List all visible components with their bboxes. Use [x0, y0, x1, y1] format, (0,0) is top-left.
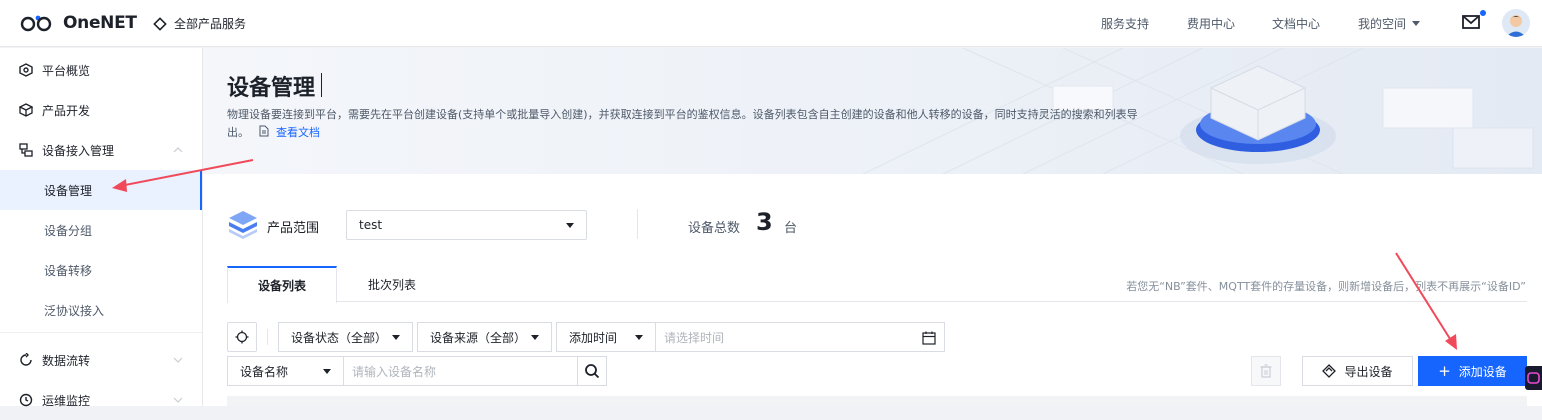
dataflow-icon [20, 353, 32, 366]
avatar-icon [1502, 9, 1530, 37]
tab-label: 批次列表 [367, 277, 416, 292]
device-access-icon [19, 143, 33, 157]
sidebar: 平台概览 产品开发 设备接入管理 设备管理 设备分组 设备转移 泛协议接入 数据… [0, 48, 203, 408]
my-space-menu[interactable]: 我的空间 [1358, 15, 1421, 32]
search-icon [585, 364, 600, 379]
helper-icon [1527, 372, 1540, 384]
sidebar-item-product-dev[interactable]: 产品开发 [0, 90, 202, 130]
user-avatar[interactable] [1502, 9, 1530, 37]
caret-down-icon [323, 369, 331, 374]
sidebar-subitem-device-transfer[interactable]: 设备转移 [0, 250, 202, 290]
product-scope-value: test [359, 218, 383, 232]
time-placeholder: 请选择时间 [664, 330, 725, 345]
chevron-down-icon [173, 397, 183, 403]
page-banner: 设备管理 物理设备要连接到平台，需要先在平台创建设备(支持单个或批量导入创建)，… [203, 48, 1542, 174]
sidebar-subitem-label: 设备管理 [44, 183, 93, 198]
page-description: 物理设备要连接到平台，需要先在平台创建设备(支持单个或批量导入创建)，并获取连接… [227, 106, 1157, 142]
device-source-label: 设备来源（全部） [430, 330, 527, 345]
sidebar-subitem-label: 泛协议接入 [44, 303, 105, 318]
sidebar-subitem-generic-protocol[interactable]: 泛协议接入 [0, 290, 202, 330]
settings-icon [235, 330, 249, 344]
search-button[interactable] [577, 356, 607, 386]
sidebar-item-label: 产品开发 [42, 103, 91, 118]
add-device-button[interactable]: + 添加设备 [1418, 356, 1527, 386]
floating-helper-widget[interactable] [1525, 366, 1542, 390]
logo-text: OneNET [63, 13, 137, 33]
caret-down-icon [531, 335, 539, 340]
add-device-label: 添加设备 [1458, 364, 1507, 379]
top-navbar: OneNET 全部产品服务 服务支持 费用中心 文档中心 我的空间 [0, 0, 1542, 47]
notification-dot [1480, 10, 1486, 16]
mail-icon[interactable] [1462, 15, 1480, 29]
tab-batch-list[interactable]: 批次列表 [337, 266, 447, 302]
caret-down-icon [635, 335, 643, 340]
export-devices-button[interactable]: 导出设备 [1302, 356, 1413, 386]
add-time-filter[interactable]: 添加时间 [556, 322, 656, 352]
sidebar-subitem-label: 设备分组 [44, 223, 93, 238]
delete-button[interactable] [1251, 356, 1281, 386]
sidebar-subitem-device-group[interactable]: 设备分组 [0, 210, 202, 250]
all-products-menu[interactable]: 全部产品服务 [153, 15, 246, 32]
sidebar-item-data-flow[interactable]: 数据流转 [0, 340, 202, 380]
document-icon [259, 125, 268, 137]
onenet-logo[interactable]: OneNET [20, 13, 137, 33]
filter-divider [267, 329, 268, 345]
trash-icon [1260, 364, 1272, 378]
caret-down-icon [566, 223, 574, 228]
device-total-label: 设备总数 [688, 221, 741, 236]
vertical-divider [637, 209, 638, 239]
my-space-label: 我的空间 [1358, 17, 1407, 31]
tab-device-list[interactable]: 设备列表 [227, 266, 337, 303]
sidebar-item-label: 数据流转 [42, 353, 91, 368]
cube-icon [19, 103, 33, 117]
calendar-icon[interactable] [922, 331, 936, 345]
time-range-input[interactable]: 请选择时间 [655, 322, 945, 352]
device-name-input[interactable]: 请输入设备名称 [343, 356, 579, 386]
device-total-value: 3 [756, 208, 773, 236]
device-name-placeholder: 请输入设备名称 [352, 364, 437, 379]
add-time-label: 添加时间 [569, 330, 618, 345]
refresh-button[interactable] [227, 322, 257, 352]
product-scope-select[interactable]: test [346, 210, 587, 240]
sidebar-item-ops-monitor[interactable]: 运维监控 [0, 380, 202, 420]
plus-icon: + [1438, 361, 1451, 380]
device-name-label: 设备名称 [240, 364, 289, 379]
diamond-icon [153, 16, 167, 31]
product-scope-icon [229, 211, 257, 239]
page-title: 设备管理 [227, 76, 316, 101]
main-content: 产品范围 test 设备总数 3 台 设备列表 批次列表 若您无“NB”套件、M… [203, 174, 1542, 406]
caret-down-icon [392, 335, 400, 340]
sidebar-subitem-label: 设备转移 [44, 263, 93, 278]
description-text: 物理设备要连接到平台，需要先在平台创建设备(支持单个或批量导入创建)，并获取连接… [227, 108, 1138, 139]
device-status-filter[interactable]: 设备状态（全部） [278, 322, 413, 352]
export-icon [1322, 364, 1337, 378]
docs-center-link[interactable]: 文档中心 [1272, 15, 1320, 32]
caret-down-icon [1412, 21, 1421, 26]
monitor-icon [19, 393, 33, 407]
product-scope-label: 产品范围 [267, 221, 320, 236]
device-id-tip: 若您无“NB”套件、MQTT套件的存量设备，则新增设备后，列表不再展示“设备ID… [1126, 280, 1526, 293]
sidebar-item-device-access[interactable]: 设备接入管理 [0, 130, 202, 170]
view-docs-link[interactable]: 查看文档 [276, 126, 320, 139]
logo-mark-icon [20, 15, 52, 32]
tab-label: 设备列表 [257, 279, 306, 293]
export-label: 导出设备 [1344, 364, 1393, 379]
service-support-link[interactable]: 服务支持 [1101, 15, 1149, 32]
billing-center-link[interactable]: 费用中心 [1187, 15, 1235, 32]
sidebar-item-label: 平台概览 [42, 63, 91, 78]
chevron-up-icon [173, 147, 183, 153]
chevron-down-icon [173, 357, 183, 363]
table-header [227, 396, 1527, 406]
device-total-unit: 台 [784, 221, 798, 236]
sidebar-divider [0, 332, 202, 333]
device-source-filter[interactable]: 设备来源（全部） [417, 322, 552, 352]
device-name-field-select[interactable]: 设备名称 [227, 356, 344, 386]
all-products-label: 全部产品服务 [174, 17, 247, 31]
text-cursor [321, 73, 322, 97]
sidebar-item-label: 设备接入管理 [42, 143, 115, 158]
platform-icon [19, 63, 33, 77]
sidebar-subitem-device-management[interactable]: 设备管理 [0, 170, 202, 210]
sidebar-item-platform-overview[interactable]: 平台概览 [0, 50, 202, 90]
device-status-label: 设备状态（全部） [291, 330, 388, 345]
